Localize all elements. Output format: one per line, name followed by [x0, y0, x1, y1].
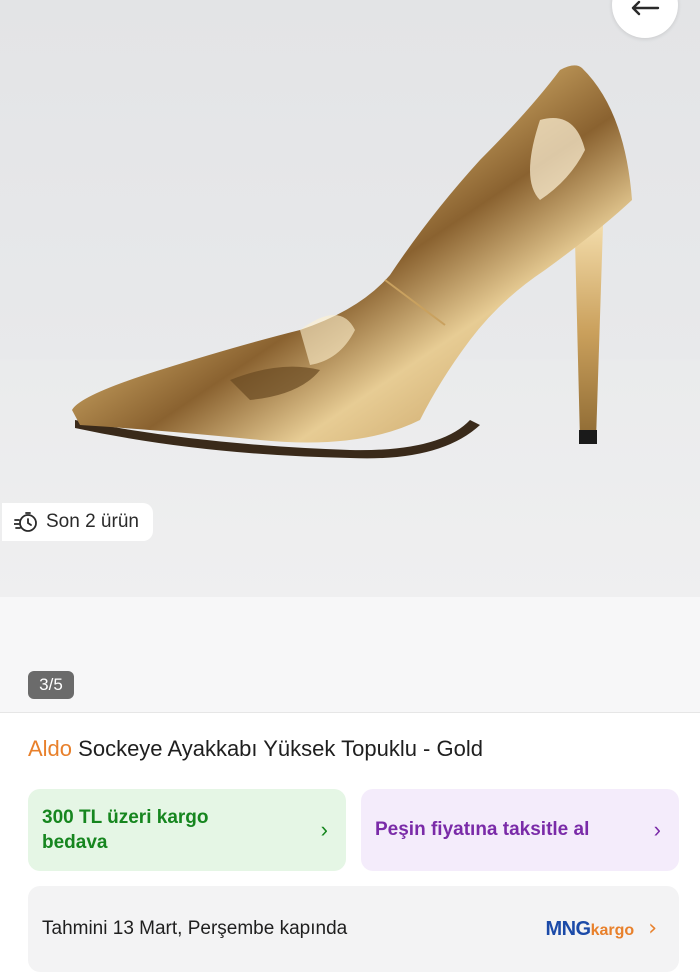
- low-stock-text: Son 2 ürün: [46, 511, 139, 532]
- gallery-footer: 3/5: [0, 597, 700, 713]
- back-arrow-icon: [631, 0, 660, 16]
- chevron-right-icon: ›: [648, 916, 657, 941]
- stopwatch-icon: [14, 512, 37, 532]
- delivery-estimate-row[interactable]: Tahmini 13 Mart, Perşembe kapında MNG kar…: [28, 886, 679, 972]
- product-image-gallery[interactable]: Son 2 ürün: [0, 0, 700, 597]
- installment-banner[interactable]: Peşin fiyatına taksitle al ›: [361, 789, 679, 871]
- free-shipping-text: 300 TL üzeri kargo bedava: [42, 807, 209, 853]
- delivery-estimate-text: Tahmini 13 Mart, Perşembe kapında: [42, 918, 348, 939]
- image-counter: 3/5: [28, 671, 74, 699]
- installment-text: Peşin fiyatına taksitle al: [375, 819, 590, 840]
- brand-link[interactable]: Aldo: [28, 736, 72, 761]
- chevron-right-icon: ›: [320, 817, 328, 842]
- product-title: Aldo Sockeye Ayakkabı Yüksek Topuklu - G…: [28, 736, 678, 762]
- chevron-right-icon: ›: [653, 817, 661, 842]
- mng-kargo-logo: MNG kargo: [545, 917, 635, 940]
- free-shipping-banner[interactable]: 300 TL üzeri kargo bedava ›: [28, 789, 346, 871]
- low-stock-badge: Son 2 ürün: [2, 503, 153, 541]
- product-name: Sockeye Ayakkabı Yüksek Topuklu - Gold: [72, 736, 483, 761]
